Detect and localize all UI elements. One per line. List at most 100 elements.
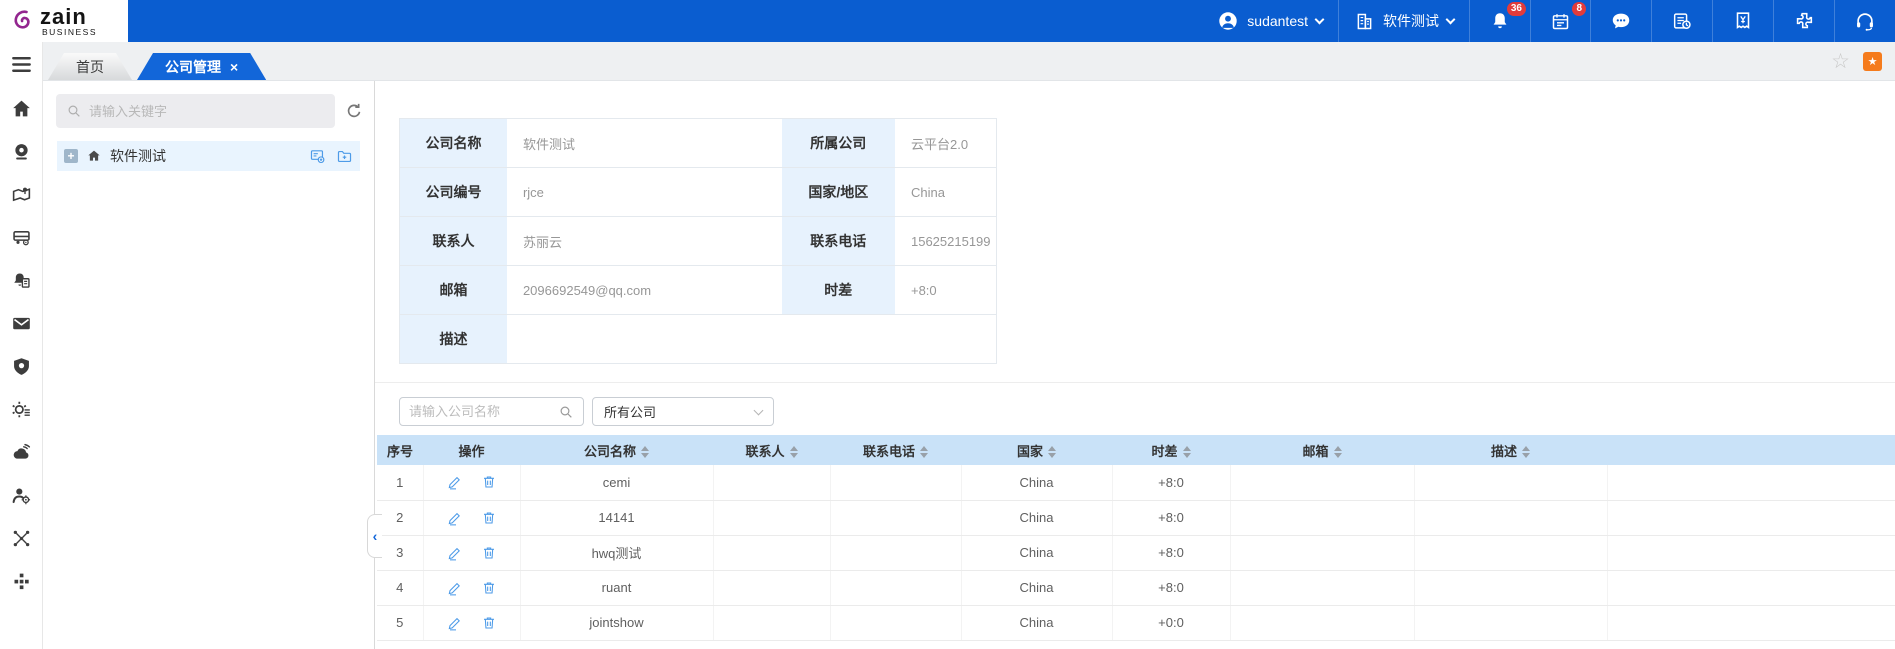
expand-icon[interactable]: + [64, 149, 78, 163]
cell-timezone: +8:0 [1112, 535, 1230, 570]
field-label: 公司名称 [400, 119, 507, 168]
receipt-yuan-icon [1732, 10, 1754, 32]
calendar-button[interactable]: 8 [1530, 0, 1590, 42]
collapse-panel-button[interactable]: ‹ [367, 514, 382, 558]
field-label: 邮箱 [400, 266, 507, 315]
sort-icon[interactable] [790, 446, 798, 458]
cell-description [1414, 535, 1607, 570]
cell-email [1230, 570, 1414, 605]
tab-label: 公司管理 [165, 57, 221, 77]
organization-name: 软件测试 [1383, 11, 1439, 31]
search-icon[interactable] [558, 404, 574, 420]
calendar-badge: 8 [1572, 2, 1586, 16]
company-search-input[interactable] [409, 404, 552, 419]
cell-country: China [961, 605, 1112, 640]
settings-gear-icon[interactable] [11, 399, 32, 420]
close-icon[interactable]: × [230, 60, 238, 74]
camera-monitor-icon[interactable] [11, 141, 32, 162]
bookmark-icon[interactable]: ★ [1863, 52, 1882, 71]
mail-icon[interactable] [11, 313, 32, 334]
edit-icon[interactable] [447, 510, 463, 526]
tree-search-input[interactable] [89, 104, 325, 119]
filter-selected-value: 所有公司 [604, 402, 656, 421]
chevron-down-icon [1446, 14, 1456, 24]
edit-icon[interactable] [447, 615, 463, 631]
delete-icon[interactable] [481, 615, 497, 631]
sort-icon[interactable] [1522, 446, 1530, 458]
iot-cloud-icon[interactable] [11, 442, 32, 463]
field-value: 15625215199 [895, 217, 997, 266]
home-icon[interactable] [11, 98, 32, 119]
sort-icon[interactable] [1334, 446, 1342, 458]
field-value: +8:0 [895, 266, 997, 315]
company-tree-panel: + 软件测试 [43, 81, 375, 649]
alarm-report-icon[interactable] [11, 270, 32, 291]
organization-menu[interactable]: 软件测试 [1338, 0, 1469, 42]
column-header-contact[interactable]: 联系人 [713, 435, 830, 465]
refresh-icon[interactable] [344, 101, 364, 121]
company-filter-select[interactable]: 所有公司 [592, 397, 774, 426]
support-button[interactable] [1834, 0, 1895, 42]
cell-actions [423, 500, 520, 535]
cell-timezone: +8:0 [1112, 570, 1230, 605]
edit-icon[interactable] [447, 474, 463, 490]
app-cluster-icon[interactable] [11, 571, 32, 592]
column-header-timezone[interactable]: 时差 [1112, 435, 1230, 465]
cell-empty [1607, 465, 1895, 500]
network-topology-icon[interactable] [11, 528, 32, 549]
plugins-button[interactable] [1773, 0, 1834, 42]
sort-icon[interactable] [920, 446, 928, 458]
user-settings-icon[interactable] [11, 485, 32, 506]
column-header-country[interactable]: 国家 [961, 435, 1112, 465]
company-search-box[interactable] [399, 397, 584, 426]
tree-node-software-test[interactable]: + 软件测试 [57, 141, 360, 171]
section-divider [375, 382, 1895, 383]
table-row: 5 jointshow China +0:0 [377, 605, 1895, 640]
column-header-description[interactable]: 描述 [1414, 435, 1607, 465]
cell-country: China [961, 535, 1112, 570]
delete-icon[interactable] [481, 510, 497, 526]
map-location-icon[interactable] [11, 184, 32, 205]
table-header-row: 序号 操作 公司名称 联系人 联系电话 国家 时差 邮箱 描述 [377, 435, 1895, 465]
delete-icon[interactable] [481, 545, 497, 561]
add-department-icon[interactable] [309, 148, 326, 165]
field-label: 联系人 [400, 217, 507, 266]
field-value: rjce [507, 168, 782, 217]
add-folder-icon[interactable] [336, 148, 353, 165]
favorite-star-icon[interactable]: ☆ [1831, 51, 1850, 72]
edit-icon[interactable] [447, 545, 463, 561]
field-value: China [895, 168, 997, 217]
field-label: 公司编号 [400, 168, 507, 217]
tree-search-box[interactable] [56, 94, 335, 128]
menu-icon[interactable] [10, 53, 33, 76]
chevron-down-icon [754, 405, 764, 415]
vehicle-icon[interactable] [11, 227, 32, 248]
billing-button[interactable] [1712, 0, 1773, 42]
delete-icon[interactable] [481, 580, 497, 596]
field-value [507, 315, 997, 364]
notification-badge: 36 [1507, 2, 1526, 16]
organization-building-icon [1354, 11, 1375, 32]
column-header-email[interactable]: 邮箱 [1230, 435, 1414, 465]
field-value: 云平台2.0 [895, 119, 997, 168]
table-row: 描述 [400, 315, 997, 364]
tab-home[interactable]: 首页 [48, 53, 132, 80]
column-header-company-name[interactable]: 公司名称 [520, 435, 713, 465]
column-header-actions: 操作 [423, 435, 520, 465]
sort-icon[interactable] [1048, 446, 1056, 458]
schedule-button[interactable] [1651, 0, 1712, 42]
tab-company-management[interactable]: 公司管理 × [137, 53, 266, 80]
notifications-button[interactable]: 36 [1469, 0, 1530, 42]
edit-icon[interactable] [447, 580, 463, 596]
sort-icon[interactable] [1183, 446, 1191, 458]
cell-contact [713, 465, 830, 500]
user-menu[interactable]: sudantest [1202, 0, 1338, 42]
security-shield-icon[interactable] [11, 356, 32, 377]
table-row: 公司编号 rjce 国家/地区 China [400, 168, 997, 217]
cell-index: 4 [377, 570, 423, 605]
delete-icon[interactable] [481, 474, 497, 490]
sort-icon[interactable] [641, 446, 649, 458]
column-header-phone[interactable]: 联系电话 [830, 435, 961, 465]
messages-button[interactable] [1590, 0, 1651, 42]
table-row: 公司名称 软件测试 所属公司 云平台2.0 [400, 119, 997, 168]
